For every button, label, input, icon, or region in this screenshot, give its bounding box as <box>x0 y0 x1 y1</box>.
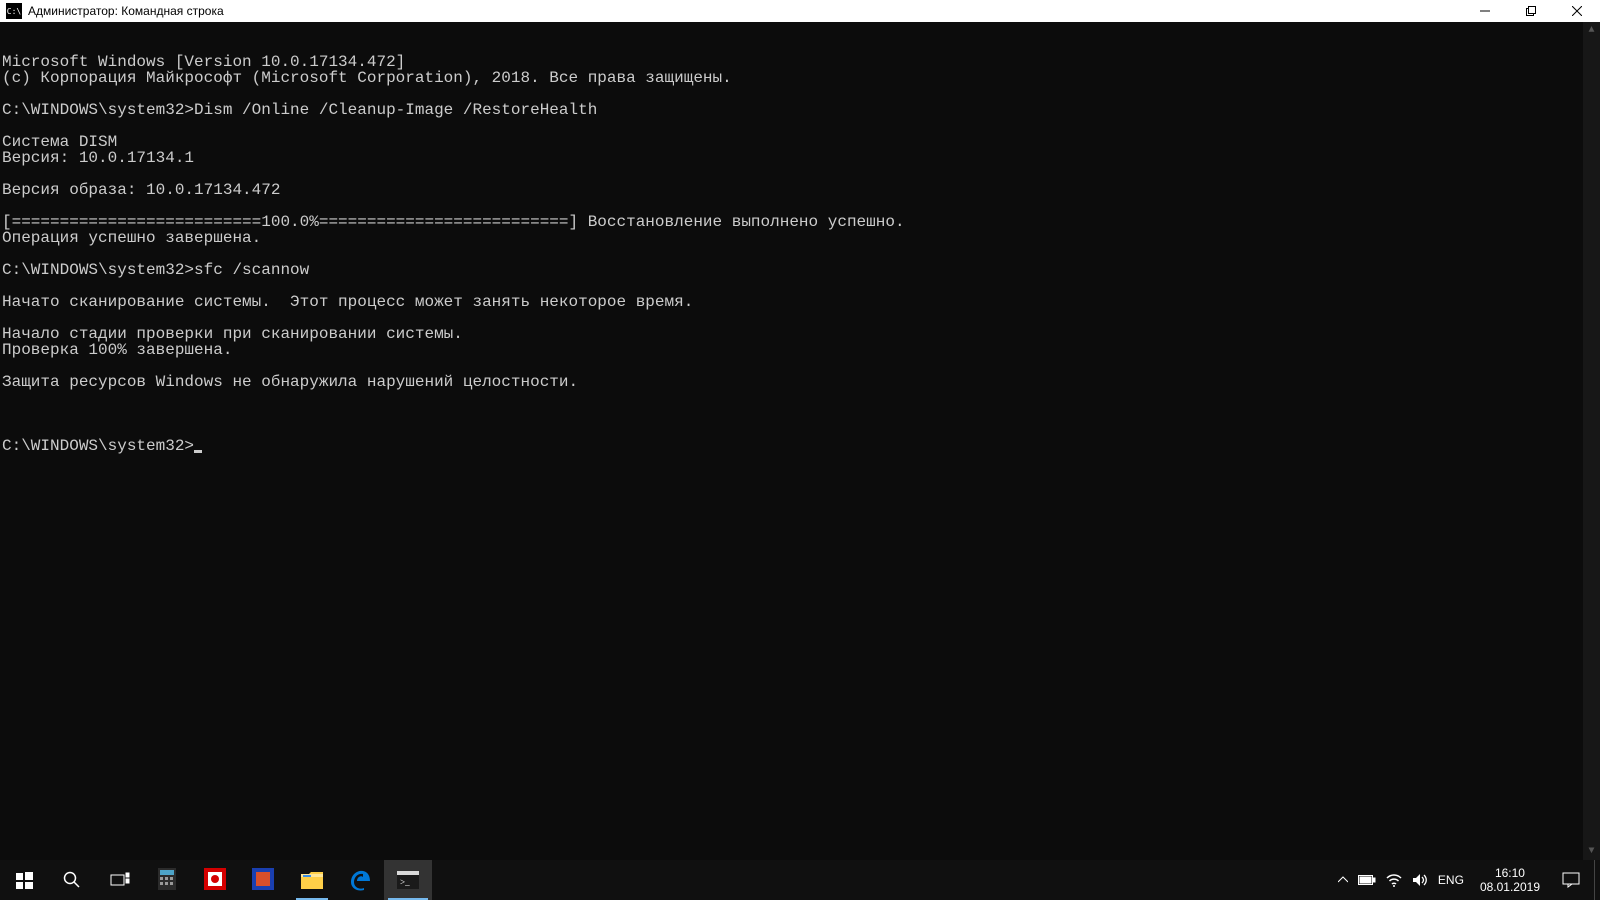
console-line: Microsoft Windows [Version 10.0.17134.47… <box>2 54 1598 70</box>
taskbar-app-edge[interactable] <box>336 860 384 900</box>
minimize-button[interactable] <box>1462 0 1508 22</box>
scroll-down-icon[interactable]: ▼ <box>1583 843 1600 860</box>
system-tray: ENG <box>1330 860 1472 900</box>
console-line: (c) Корпорация Майкрософт (Microsoft Cor… <box>2 70 1598 86</box>
file-explorer-icon <box>301 871 323 889</box>
start-button[interactable] <box>0 860 48 900</box>
console-line: Защита ресурсов Windows не обнаружила на… <box>2 374 1598 390</box>
clock-time: 16:10 <box>1495 866 1525 880</box>
console-line <box>2 166 1598 182</box>
tray-language[interactable]: ENG <box>1438 860 1464 900</box>
tray-volume[interactable] <box>1412 860 1428 900</box>
chevron-up-icon <box>1338 875 1348 885</box>
svg-text:>_: >_ <box>400 877 410 887</box>
console-output[interactable]: Microsoft Windows [Version 10.0.17134.47… <box>0 22 1600 860</box>
taskbar-app-2[interactable] <box>240 860 288 900</box>
search-button[interactable] <box>48 860 96 900</box>
minimize-icon <box>1480 6 1490 16</box>
maximize-icon <box>1526 6 1536 16</box>
console-line <box>2 246 1598 262</box>
cmd-icon: >_ <box>397 871 419 889</box>
tray-overflow-button[interactable] <box>1338 860 1348 900</box>
console-line <box>2 358 1598 374</box>
vertical-scrollbar[interactable]: ▲ ▼ <box>1583 22 1600 860</box>
wifi-icon <box>1386 873 1402 887</box>
scroll-up-icon[interactable]: ▲ <box>1583 22 1600 39</box>
console-line <box>2 198 1598 214</box>
console-line <box>2 310 1598 326</box>
task-view-button[interactable] <box>96 860 144 900</box>
show-desktop-button[interactable] <box>1594 860 1600 900</box>
console-line: Операция успешно завершена. <box>2 230 1598 246</box>
console-line: Проверка 100% завершена. <box>2 342 1598 358</box>
console-line: Начато сканирование системы. Этот процес… <box>2 294 1598 310</box>
app-icon <box>204 868 228 892</box>
battery-icon <box>1358 874 1376 886</box>
prompt: C:\WINDOWS\system32> <box>2 437 194 455</box>
clock-date: 08.01.2019 <box>1480 880 1540 894</box>
console-line: Версия образа: 10.0.17134.472 <box>2 182 1598 198</box>
taskbar: >_ ENG 16:1 <box>0 860 1600 900</box>
calculator-icon <box>156 868 180 892</box>
tray-wifi[interactable] <box>1386 860 1402 900</box>
app-icon <box>252 868 276 892</box>
close-button[interactable] <box>1554 0 1600 22</box>
titlebar[interactable]: C:\ Администратор: Командная строка <box>0 0 1600 22</box>
console-line: Cистема DISM <box>2 134 1598 150</box>
console-line <box>2 390 1598 406</box>
console-line <box>2 86 1598 102</box>
tray-battery[interactable] <box>1358 860 1376 900</box>
cmd-icon: C:\ <box>6 3 22 19</box>
close-icon <box>1572 6 1582 16</box>
console-line: Версия: 10.0.17134.1 <box>2 150 1598 166</box>
console-line: [==========================100.0%=======… <box>2 214 1598 230</box>
notification-icon <box>1562 872 1580 888</box>
text-cursor <box>194 450 202 453</box>
taskbar-app-file-explorer[interactable] <box>288 860 336 900</box>
console-line <box>2 278 1598 294</box>
console-line <box>2 118 1598 134</box>
search-icon <box>63 871 81 889</box>
taskbar-app-cmd[interactable]: >_ <box>384 860 432 900</box>
window-title: Администратор: Командная строка <box>28 4 224 18</box>
console-line: Начало стадии проверки при сканировании … <box>2 326 1598 342</box>
taskbar-app-1[interactable] <box>192 860 240 900</box>
console-line: C:\WINDOWS\system32>Dism /Online /Cleanu… <box>2 102 1598 118</box>
taskbar-clock[interactable]: 16:10 08.01.2019 <box>1472 860 1548 900</box>
console-line: C:\WINDOWS\system32>sfc /scannow <box>2 262 1598 278</box>
edge-icon <box>349 869 371 891</box>
taskbar-app-calculator[interactable] <box>144 860 192 900</box>
maximize-button[interactable] <box>1508 0 1554 22</box>
volume-icon <box>1412 873 1428 887</box>
windows-logo-icon <box>16 872 33 889</box>
task-view-icon <box>110 872 130 888</box>
action-center-button[interactable] <box>1548 860 1594 900</box>
